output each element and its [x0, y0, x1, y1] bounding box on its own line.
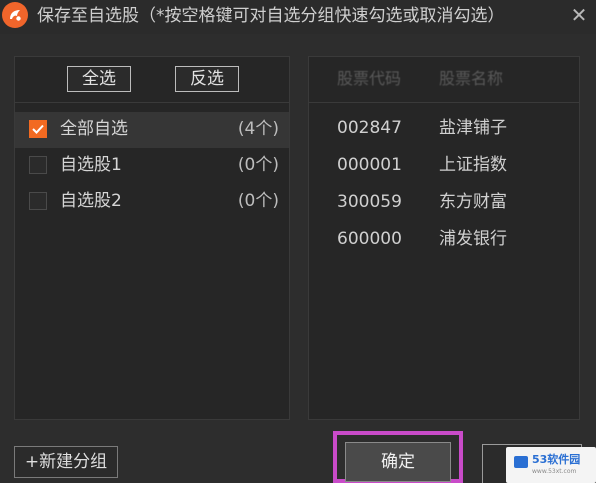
- stock-list: 002847 盐津铺子 000001 上证指数 300059 东方财富 6000…: [309, 113, 579, 261]
- stock-table-header: 股票代码 股票名称: [309, 57, 579, 103]
- group-checkbox[interactable]: [29, 120, 47, 138]
- group-checkbox[interactable]: [29, 192, 47, 210]
- dialog-title: 保存至自选股（*按空格键可对自选分组快速勾选或取消勾选）: [37, 6, 505, 26]
- stock-code: 000001: [337, 155, 402, 175]
- group-count: (0个): [237, 191, 279, 211]
- title-bar: 保存至自选股（*按空格键可对自选分组快速勾选或取消勾选） ✕: [0, 0, 596, 34]
- watermark: 53软件园 www.53xt.com: [506, 447, 596, 483]
- new-group-button[interactable]: +新建分组: [14, 446, 118, 478]
- group-name: 自选股1: [60, 155, 122, 175]
- watermark-logo-icon: [514, 456, 528, 468]
- stock-code: 002847: [337, 118, 402, 138]
- table-row: 002847 盐津铺子: [309, 113, 579, 150]
- group-name: 全部自选: [60, 119, 128, 139]
- stock-name: 东方财富: [439, 192, 507, 212]
- stock-code: 300059: [337, 192, 402, 212]
- group-panel-header: 全选 反选: [15, 57, 289, 103]
- stock-name: 浦发银行: [439, 229, 507, 249]
- invert-selection-button[interactable]: 反选: [175, 66, 239, 92]
- watermark-text: 53软件园: [532, 453, 581, 466]
- close-icon[interactable]: ✕: [568, 3, 590, 27]
- group-count: (0个): [237, 155, 279, 175]
- checkmark-icon: [32, 124, 44, 134]
- group-checkbox[interactable]: [29, 156, 47, 174]
- table-row: 000001 上证指数: [309, 150, 579, 187]
- group-item-1[interactable]: 自选股1 (0个): [15, 148, 289, 184]
- watermark-url: www.53xt.com: [532, 468, 577, 475]
- stock-code: 600000: [337, 229, 402, 249]
- column-header-name: 股票名称: [439, 69, 504, 88]
- select-all-button[interactable]: 全选: [67, 66, 131, 92]
- confirm-button[interactable]: 确定: [345, 442, 451, 482]
- group-item-all[interactable]: 全部自选 (4个): [15, 112, 289, 148]
- stock-name: 上证指数: [439, 155, 507, 175]
- table-row: 600000 浦发银行: [309, 224, 579, 261]
- stock-panel: 股票代码 股票名称 002847 盐津铺子 000001 上证指数 300059…: [308, 56, 580, 420]
- app-logo-icon: [2, 2, 28, 28]
- table-row: 300059 东方财富: [309, 187, 579, 224]
- group-panel: 全选 反选 全部自选 (4个) 自选股1 (0个) 自选股2 (0个): [14, 56, 290, 420]
- group-name: 自选股2: [60, 191, 122, 211]
- column-header-code: 股票代码: [337, 69, 402, 88]
- group-item-2[interactable]: 自选股2 (0个): [15, 184, 289, 220]
- group-count: (4个): [237, 119, 279, 139]
- save-to-watchlist-dialog: 保存至自选股（*按空格键可对自选分组快速勾选或取消勾选） ✕ 全选 反选 全部自…: [0, 0, 596, 483]
- stock-name: 盐津铺子: [439, 118, 507, 138]
- group-list: 全部自选 (4个) 自选股1 (0个) 自选股2 (0个): [15, 112, 289, 220]
